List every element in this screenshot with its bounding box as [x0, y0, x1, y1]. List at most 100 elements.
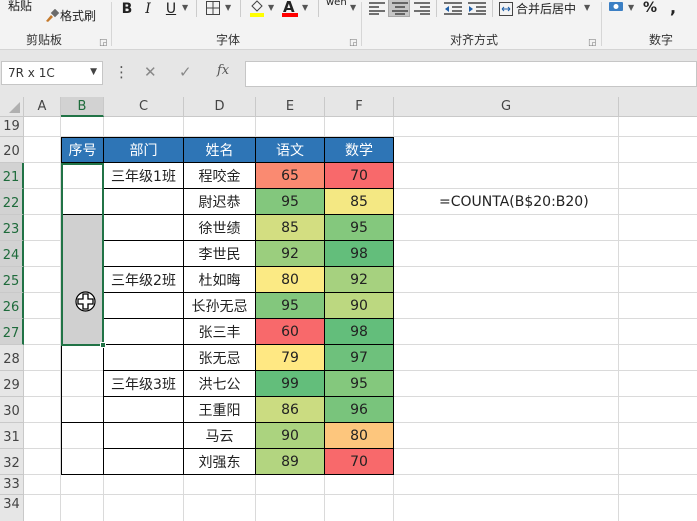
select-all-corner[interactable] [0, 97, 24, 117]
align-right-icon[interactable] [414, 1, 430, 15]
row-header-20[interactable]: 20 [0, 137, 24, 163]
increase-indent-icon[interactable] [468, 1, 486, 15]
name-cell[interactable]: 王重阳 [184, 397, 256, 423]
more-options-icon[interactable]: ⋮ [114, 63, 129, 81]
department-cell[interactable] [104, 215, 184, 241]
math-score-cell[interactable]: 97 [325, 345, 394, 371]
department-cell[interactable] [104, 319, 184, 345]
name-cell[interactable]: 刘强东 [184, 449, 256, 475]
index-cell-merged[interactable] [61, 163, 104, 215]
percent-style-button[interactable]: % [643, 0, 657, 16]
header-cell-index[interactable]: 序号 [61, 137, 104, 163]
row-header-32[interactable]: 32 [0, 449, 24, 475]
index-cell-merged[interactable] [61, 215, 104, 345]
name-cell[interactable]: 尉迟恭 [184, 189, 256, 215]
name-cell[interactable]: 长孙无忌 [184, 293, 256, 319]
name-cell[interactable]: 张无忌 [184, 345, 256, 371]
column-header-e[interactable]: E [256, 97, 325, 117]
italic-button[interactable]: I [142, 0, 154, 17]
merge-center-button[interactable]: 合并后居中 [499, 0, 576, 17]
column-header-g[interactable]: G [394, 97, 619, 117]
math-score-cell[interactable]: 95 [325, 371, 394, 397]
row-header-23[interactable]: 23 [0, 215, 24, 241]
name-cell[interactable]: 程咬金 [184, 163, 256, 189]
row-header-34[interactable]: 34 [0, 495, 24, 521]
header-cell-name[interactable]: 姓名 [184, 137, 256, 163]
row-header-29[interactable]: 29 [0, 371, 24, 397]
row-header-21[interactable]: 21 [0, 163, 24, 189]
math-score-cell[interactable]: 95 [325, 215, 394, 241]
fill-color-icon[interactable] [249, 0, 265, 17]
chinese-score-cell[interactable]: 79 [256, 345, 325, 371]
underline-button[interactable]: U [164, 0, 178, 17]
enter-icon[interactable]: ✓ [179, 63, 192, 81]
chinese-score-cell[interactable]: 90 [256, 423, 325, 449]
chevron-down-icon[interactable]: ▼ [182, 3, 188, 12]
comma-style-button[interactable]: , [670, 0, 676, 17]
insert-function-icon[interactable]: fx [217, 63, 229, 78]
department-cell[interactable] [104, 345, 184, 371]
formula-input[interactable] [245, 61, 697, 87]
row-header-26[interactable]: 26 [0, 293, 24, 319]
header-cell-chinese[interactable]: 语文 [256, 137, 325, 163]
chevron-down-icon[interactable]: ▼ [584, 3, 590, 12]
name-cell[interactable]: 张三丰 [184, 319, 256, 345]
chinese-score-cell[interactable]: 92 [256, 241, 325, 267]
chinese-score-cell[interactable]: 80 [256, 267, 325, 293]
borders-icon[interactable] [206, 1, 220, 15]
math-score-cell[interactable]: 80 [325, 423, 394, 449]
name-cell[interactable]: 马云 [184, 423, 256, 449]
bold-button[interactable]: B [120, 0, 134, 17]
chevron-down-icon[interactable]: ▼ [268, 3, 274, 12]
chinese-score-cell[interactable]: 89 [256, 449, 325, 475]
chinese-score-cell[interactable]: 95 [256, 189, 325, 215]
column-header-b[interactable]: B [61, 97, 104, 117]
row-header-30[interactable]: 30 [0, 397, 24, 423]
department-cell[interactable] [104, 189, 184, 215]
name-cell[interactable]: 杜如晦 [184, 267, 256, 293]
fill-handle[interactable] [100, 342, 106, 348]
column-header-c[interactable]: C [104, 97, 184, 117]
department-cell[interactable] [104, 293, 184, 319]
name-cell[interactable]: 徐世绩 [184, 215, 256, 241]
name-cell[interactable]: 洪七公 [184, 371, 256, 397]
row-header-28[interactable]: 28 [0, 345, 24, 371]
phonetic-button[interactable]: wén [326, 0, 347, 8]
chinese-score-cell[interactable]: 85 [256, 215, 325, 241]
column-header-h[interactable] [619, 97, 697, 117]
chinese-score-cell[interactable]: 95 [256, 293, 325, 319]
cancel-icon[interactable]: ✕ [144, 63, 157, 81]
chinese-score-cell[interactable]: 60 [256, 319, 325, 345]
decrease-indent-icon[interactable] [444, 1, 462, 15]
math-score-cell[interactable]: 92 [325, 267, 394, 293]
name-cell[interactable]: 李世民 [184, 241, 256, 267]
chevron-down-icon[interactable]: ▼ [350, 3, 356, 12]
column-header-f[interactable]: F [325, 97, 394, 117]
chevron-down-icon[interactable]: ▼ [628, 3, 634, 12]
index-cell-merged[interactable] [61, 345, 104, 423]
name-box[interactable]: 7R x 1C ▼ [1, 61, 103, 85]
row-header-33[interactable]: 33 [0, 475, 24, 495]
math-score-cell[interactable]: 90 [325, 293, 394, 319]
row-header-25[interactable]: 25 [0, 267, 24, 293]
row-header-27[interactable]: 27 [0, 319, 24, 345]
index-cell-merged[interactable] [61, 423, 104, 475]
math-score-cell[interactable]: 98 [325, 319, 394, 345]
chinese-score-cell[interactable]: 86 [256, 397, 325, 423]
column-header-d[interactable]: D [184, 97, 256, 117]
chevron-down-icon[interactable]: ▼ [90, 67, 97, 77]
chinese-score-cell[interactable]: 65 [256, 163, 325, 189]
department-cell[interactable]: 三年级2班 [104, 267, 184, 293]
department-cell[interactable]: 三年级3班 [104, 371, 184, 397]
math-score-cell[interactable]: 70 [325, 449, 394, 475]
math-score-cell[interactable]: 70 [325, 163, 394, 189]
formula-text-cell[interactable]: =COUNTA(B$20:B20) [439, 194, 589, 210]
header-cell-department[interactable]: 部门 [104, 137, 184, 163]
department-cell[interactable] [104, 397, 184, 423]
chevron-down-icon[interactable]: ▼ [302, 3, 308, 12]
department-cell[interactable] [104, 449, 184, 475]
department-cell[interactable] [104, 241, 184, 267]
math-score-cell[interactable]: 85 [325, 189, 394, 215]
header-cell-math[interactable]: 数学 [325, 137, 394, 163]
row-header-24[interactable]: 24 [0, 241, 24, 267]
